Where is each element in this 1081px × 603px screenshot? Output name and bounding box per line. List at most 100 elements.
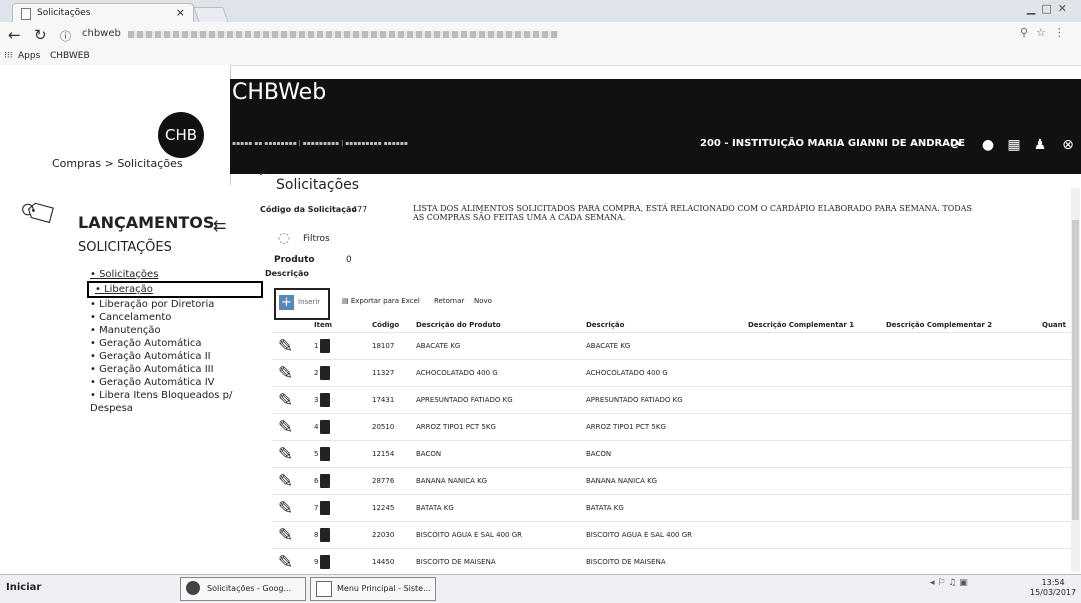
edit-icon[interactable]: ✎ [278,417,293,438]
insert-button[interactable]: + Inserir [274,288,330,320]
edit-icon[interactable]: ✎ [278,498,293,519]
edit-icon[interactable]: ✎ [278,363,293,384]
codigo-label: Código da Solicitação [260,205,357,214]
sidebar-item-libera-itens[interactable]: Libera Itens Bloqueados p/ Despesa [90,389,250,415]
browser-tab[interactable]: Solicitações × [12,3,194,23]
scrollbar-thumb[interactable] [1072,220,1079,520]
table-row: ✎ 8 22030 BISCOITO AGUA E SAL 400 GR BISCOIT… [272,521,1072,548]
cell-descricao: BISCOITO AGUA E SAL 400 GR [586,531,693,539]
close-tab-icon[interactable]: × [176,6,185,19]
cell-descricao-produto: APRESUNTADO FATIADO KG [416,396,513,404]
back-arrow-icon[interactable]: ⇇ [213,216,226,235]
cell-codigo: 12245 [372,504,395,512]
sidebar-item-manutencao[interactable]: Manutenção [90,324,250,337]
edit-icon[interactable]: ✎ [278,444,293,465]
trash-icon[interactable] [320,528,330,542]
table-row: ✎ 5 12154 BACON BACON [272,440,1072,467]
trash-icon[interactable] [320,420,330,434]
descricao-label: Descrição [265,269,309,278]
page-title: Solicitações [276,177,360,193]
taskbar [0,574,1081,603]
window-controls[interactable]: ▁□✕ [1027,2,1073,15]
cell-descricao-produto: BACON [416,450,442,458]
table-row: ✎ 1 18107 ABACATE KG ABACATE KG [272,332,1072,359]
sidebar-item-solicitacoes[interactable]: Solicitações [90,268,250,281]
trash-icon[interactable] [320,555,330,569]
cell-descricao: BISCOITO DE MAISENA [586,558,666,566]
sidebar-item-geracao-automatica-3[interactable]: Geração Automática III [90,363,250,376]
table-row: ✎ 2 11327 ACHOCOLATADO 400 G ACHOCOLATADO 40… [272,359,1072,386]
table-row: ✎ 7 12245 BATATA KG BATATA KG [272,494,1072,521]
produto-value: 0 [346,255,352,265]
cell-descricao-produto: ACHOCOLATADO 400 G [416,369,498,377]
taskbar-menu-window[interactable]: Menu Principal - Siste... [310,577,436,601]
info-icon[interactable]: ⓘ [60,28,71,44]
export-excel-button[interactable]: ▤ Exportar para Excel [342,297,420,305]
trash-icon[interactable] [320,366,330,380]
cell-item: 7 [314,504,319,512]
cell-descricao: ABACATE KG [586,342,631,350]
app-header [230,79,1081,174]
sidebar-item-geracao-automatica-2[interactable]: Geração Automática II [90,350,250,363]
refresh-icon[interactable]: ⟳ [946,135,966,155]
trash-icon[interactable] [320,501,330,515]
new-tab-button[interactable] [193,7,229,23]
cell-codigo: 14450 [372,558,395,566]
table-body: ✎ 1 18107 ABACATE KG ABACATE KG ✎ 2 11327 ACHOCO… [272,332,1072,575]
zoom-star-menu-icons[interactable]: ⚲☆⋮ [1020,26,1073,39]
edit-icon[interactable]: ✎ [278,552,293,573]
sidebar-item-liberacao[interactable]: Liberação [87,281,263,298]
clock[interactable]: 13:54 15/03/2017 [1030,578,1076,598]
cell-descricao-produto: BATATA KG [416,504,454,512]
bookmark-chbweb[interactable]: CHBWEB [50,51,90,61]
trash-icon[interactable] [320,393,330,407]
cell-item: 8 [314,531,319,539]
edit-icon[interactable]: ✎ [278,336,293,357]
table-row: ✎ 3 17431 APRESUNTADO FATIADO KG APRESUNTADO… [272,386,1072,413]
close-session-icon[interactable]: ⊗ [1058,135,1078,155]
edit-icon[interactable]: ✎ [278,471,293,492]
cell-item: 9 [314,558,319,566]
cell-descricao-produto: ABACATE KG [416,342,461,350]
taskbar-chrome-window[interactable]: Solicitações - Goog... [180,577,306,601]
col-item: Item [314,321,332,329]
sidebar-item-liberacao-diretoria[interactable]: Liberação por Diretoria [90,298,250,311]
trash-icon[interactable] [320,339,330,353]
edit-icon[interactable]: ✎ [278,390,293,411]
col-quant: Quant [1042,321,1066,329]
col-descricao: Descrição [586,321,625,329]
sidebar-item-cancelamento[interactable]: Cancelamento [90,311,250,324]
users-icon[interactable]: ♟ [1030,135,1050,155]
edit-icon[interactable]: ✎ [278,525,293,546]
section-heading: LANÇAMENTOS [78,213,215,232]
sidebar-item-geracao-automatica[interactable]: Geração Automática [90,337,250,350]
chat-icon[interactable]: ● [978,135,998,155]
reload-icon[interactable]: ↻ [34,26,47,44]
start-button[interactable]: Iniciar [6,582,41,593]
back-icon[interactable]: ← [8,26,21,44]
solicitation-description: LISTA DOS ALIMENTOS SOLICITADOS PARA COM… [413,204,972,222]
cell-descricao: ACHOCOLATADO 400 G [586,369,668,377]
col-descricao-produto: Descrição do Produto [416,321,501,329]
app-title: CHBWeb [232,80,327,105]
plus-icon: + [279,295,294,310]
new-button[interactable]: Novo [474,297,492,305]
bookmark-apps[interactable]: Apps [18,51,40,61]
trash-icon[interactable] [320,447,330,461]
filters-toggle[interactable]: Filtros [303,234,330,244]
tag-icon: 🏷 [16,189,64,236]
col-codigo: Código [372,321,400,329]
window-icon[interactable]: ▦ [1004,135,1024,155]
cell-descricao: BACON [586,450,612,458]
cell-descricao: BANANA NANICA KG [586,477,658,485]
system-tray[interactable]: ◂ ⚐ ♫ ▣ [930,578,968,588]
insert-label: Inserir [298,298,321,306]
cell-codigo: 22030 [372,531,395,539]
sidebar-item-geracao-automatica-4[interactable]: Geração Automática IV [90,376,250,389]
trash-icon[interactable] [320,474,330,488]
apps-icon[interactable]: ⁝⁝⁝ [4,51,13,61]
return-button[interactable]: Retornar [434,297,464,305]
loading-icon: ◌ [278,230,291,246]
address-bar[interactable]: chbweb [78,25,1008,44]
cell-codigo: 28776 [372,477,395,485]
